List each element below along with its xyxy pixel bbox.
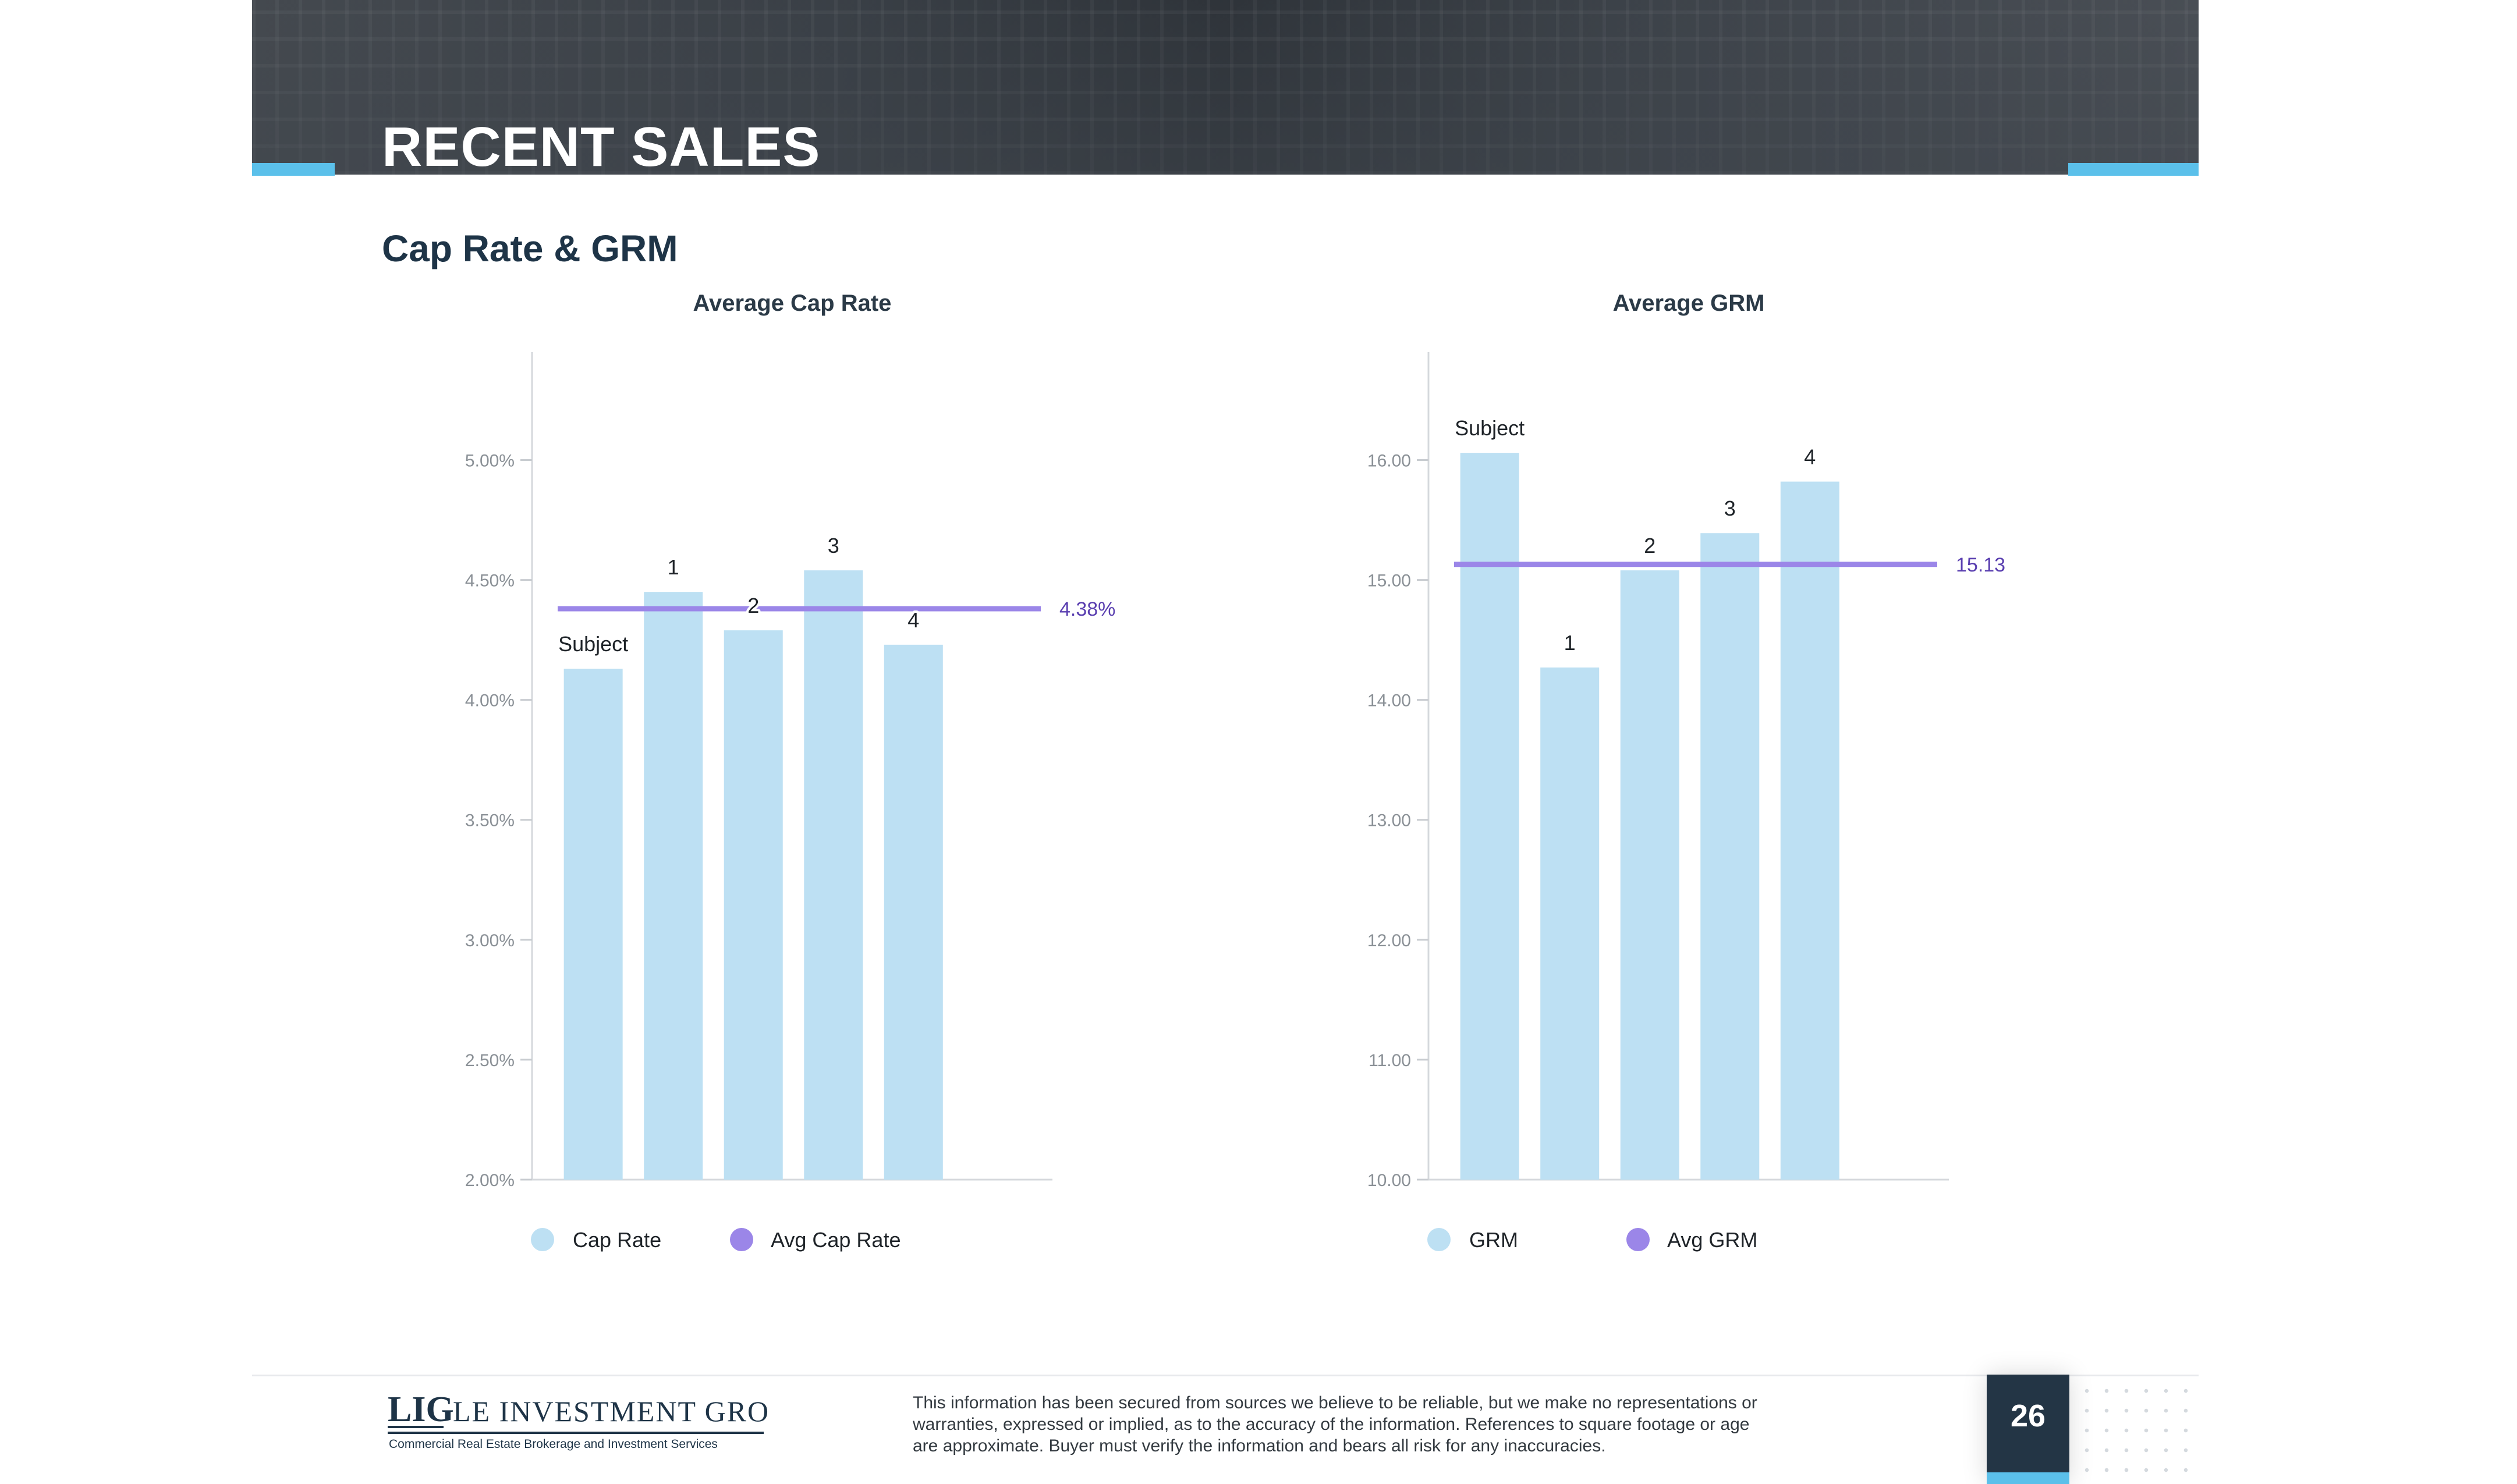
average-label: 15.13 [1956,554,2005,576]
average-label: 4.38% [1059,598,1115,620]
chart-title: Average Cap Rate [693,290,892,316]
footer-divider [252,1375,2199,1376]
y-tick-label: 14.00 [1367,691,1411,711]
svg-text:LIG: LIG [388,1390,454,1429]
bar-3 [804,570,863,1180]
page-number-accent [1987,1472,2069,1484]
bar-subject [563,669,623,1180]
bar-label: 1 [1564,631,1576,655]
legend-label: Avg GRM [1667,1228,1757,1252]
header-accent-right [2068,163,2199,176]
y-tick-label: 5.00% [465,451,515,470]
bar-2 [724,630,783,1180]
grm-chart: Average GRM 10.00 11.00 12.00 13.00 14.00 15.0… [1367,290,2005,1252]
bar-1 [644,592,703,1180]
disclaimer-line: warranties, expressed or implied, as to … [913,1415,1750,1434]
bar-label: 2 [747,594,759,617]
bar-label: 3 [828,534,839,558]
y-tick-label: 4.00% [465,691,515,711]
bar-4 [1780,481,1839,1180]
y-tick-label: 2.00% [465,1171,515,1190]
company-logo: LIG LE INVESTMENT GROUP Commercial Real … [388,1390,768,1451]
disclaimer-text: This information has been secured from s… [913,1392,1809,1457]
y-tick-label: 3.00% [465,931,515,950]
bar-label: 1 [668,555,679,579]
page-number-box: 26 [1987,1375,2069,1484]
legend-swatch-bar [1427,1228,1451,1251]
svg-text:LE INVESTMENT GROUP: LE INVESTMENT GROUP [453,1395,768,1428]
bar-label: Subject [1455,416,1525,440]
bar-label: 2 [1644,534,1655,558]
cap-rate-chart: Average Cap Rate 2.00% 2.50% 3.00% 3.50% 4.00… [465,290,1115,1252]
legend-swatch-average [730,1228,753,1251]
legend-label: Cap Rate [573,1228,661,1252]
bar-label: 4 [1804,445,1816,469]
bar-label: Subject [558,632,628,656]
bar-3 [1700,533,1760,1180]
y-tick-label: 13.00 [1367,811,1411,830]
y-tick-label: 10.00 [1367,1171,1411,1190]
bar-label: 4 [907,608,919,632]
y-tick-label: 3.50% [465,811,515,830]
disclaimer-line: This information has been secured from s… [913,1393,1757,1412]
bar-4 [884,644,943,1180]
y-tick-label: 2.50% [465,1051,515,1070]
bar-2 [1620,570,1679,1180]
chart-title: Average GRM [1613,290,1765,316]
header-accent-left [252,163,335,176]
y-tick-label: 12.00 [1367,931,1411,950]
page-number: 26 [2010,1398,2046,1433]
y-tick-label: 11.00 [1369,1051,1411,1070]
svg-text:Commercial Real Estate Brokera: Commercial Real Estate Brokerage and Inv… [389,1437,718,1451]
legend-label: GRM [1469,1228,1518,1252]
legend-swatch-average [1626,1228,1650,1251]
disclaimer-line: are approximate. Buyer must verify the i… [913,1436,1606,1455]
y-tick-label: 15.00 [1367,571,1411,591]
legend-label: Avg Cap Rate [771,1228,901,1252]
page-title: RECENT SALES [382,116,821,175]
bar-1 [1540,668,1600,1180]
y-tick-label: 16.00 [1367,451,1411,470]
bar-label: 3 [1724,496,1736,520]
dot-pattern [2072,1376,2199,1484]
y-tick-label: 4.50% [465,571,515,591]
section-title: Cap Rate & GRM [382,228,678,269]
header-banner: RECENT SALES [252,0,2199,175]
legend-swatch-bar [531,1228,554,1251]
